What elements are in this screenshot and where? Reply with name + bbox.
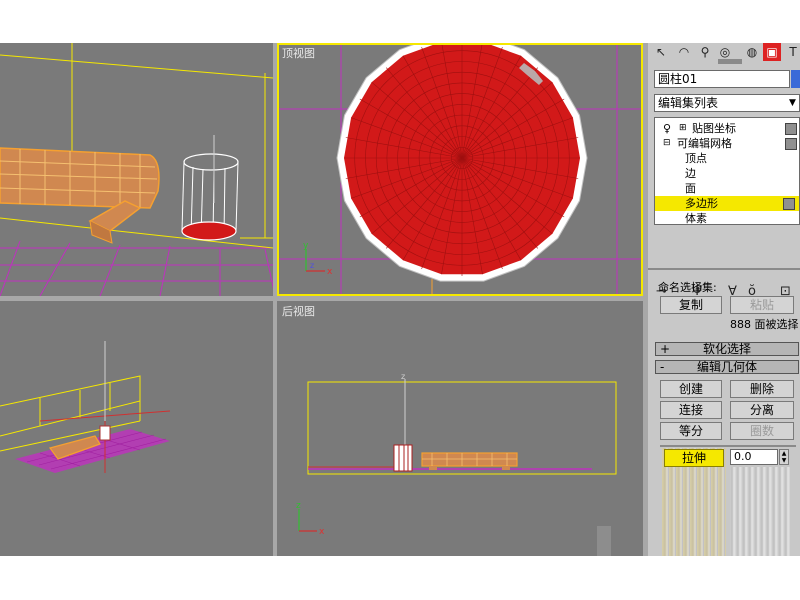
stack-sub-polygon[interactable]: 多边形	[655, 196, 799, 211]
stack-label-uvw: 贴图坐标	[692, 122, 736, 135]
rollout-plus-icon: +	[660, 342, 671, 356]
left-scene	[0, 341, 171, 473]
stack-label-edge: 边	[685, 167, 696, 180]
perspective-grid	[0, 240, 273, 296]
render-artifact-strip-right	[730, 467, 790, 556]
back-cylinder	[393, 444, 413, 472]
perspective-scene	[0, 43, 273, 296]
stack-toggle-mesh[interactable]	[785, 138, 797, 150]
command-panel: ↖ ◠ ⚲ ◎ ◍ ▣ T 圆柱01 编辑集列表 ▼ ♀ ⊞ 贴图坐标 ⊟ 可编…	[648, 43, 800, 556]
top-axis-y: y	[303, 241, 309, 251]
delete-button[interactable]: 删除	[730, 380, 794, 398]
max-workspace: y x z 顶视图 z z x 后视图 ↖ ◠ ⚲ ◎ ◍ ▣ T 圆柱01 编…	[0, 43, 800, 556]
cylinder-wireframe	[181, 135, 239, 241]
left-floor-grid	[15, 429, 170, 473]
copy-button[interactable]: 复制	[660, 296, 722, 314]
perspective-viewport[interactable]	[0, 43, 273, 296]
paste-button[interactable]: 粘贴	[730, 296, 794, 314]
back-axis-tripod: z x	[296, 501, 325, 537]
cursor-icon[interactable]: ↖	[652, 43, 670, 61]
attach-button[interactable]: 连接	[660, 401, 722, 419]
left-cylinder	[99, 425, 111, 441]
create-button[interactable]: 创建	[660, 380, 722, 398]
edit-geometry-title: 编辑几何体	[696, 360, 757, 374]
hammer-icon[interactable]: T	[784, 43, 800, 61]
back-axis-label-z: z	[401, 372, 405, 381]
stack-sub-vertex[interactable]: 顶点	[661, 151, 800, 166]
motion-icon[interactable]: ⚲	[696, 43, 714, 61]
expand-plus-icon[interactable]: ⊞	[679, 121, 687, 136]
top-axis-x: x	[327, 267, 333, 277]
cylinder-top-selected	[336, 43, 588, 282]
soft-selection-title: 软化选择	[702, 342, 751, 356]
top-axis-z: z	[310, 261, 314, 270]
detach-button[interactable]: 分离	[730, 401, 794, 419]
utilities-icon[interactable]: ▣	[763, 43, 781, 61]
selection-info: 888 面被选择	[730, 318, 799, 331]
stack-sub-face[interactable]: 面	[661, 181, 800, 196]
back-viewport[interactable]: z z x 后视图	[277, 301, 643, 556]
top-viewport-label[interactable]: 顶视图	[282, 45, 315, 61]
named-selection-label: 命名选择集:	[658, 281, 717, 294]
rollout-minus-icon: -	[660, 360, 665, 374]
left-viewport[interactable]	[0, 301, 273, 556]
back-scene: z z x	[296, 372, 617, 556]
stack-toggle-uvw[interactable]	[785, 123, 797, 135]
lightbulb-icon[interactable]: ♀	[663, 121, 671, 136]
hierarchy-icon[interactable]: ◠	[675, 43, 693, 61]
back-viewport-label[interactable]: 后视图	[282, 303, 315, 319]
stack-label-face: 面	[685, 182, 696, 195]
modifier-stack: ♀ ⊞ 贴图坐标 ⊟ 可编辑网格 顶点 边 面 多边形 体素	[654, 117, 800, 225]
extrude-spinner[interactable]: ▲ ▼	[779, 449, 789, 465]
back-axis-x: x	[319, 527, 325, 537]
object-name-field[interactable]: 圆柱01	[654, 70, 790, 88]
object-color-swatch[interactable]	[791, 70, 800, 88]
top-scene: y x z	[277, 43, 643, 296]
sofa-wireframe	[0, 147, 160, 244]
soft-selection-rollout[interactable]: + 软化选择	[655, 342, 799, 356]
stack-item-uvw[interactable]: ♀ ⊞ 贴图坐标	[661, 121, 800, 136]
stack-label-polygon: 多边形	[685, 197, 718, 210]
stack-toggle-polygon[interactable]	[783, 198, 795, 210]
edit-geometry-rollout[interactable]: - 编辑几何体	[655, 360, 799, 374]
stack-label-mesh: 可编辑网格	[677, 137, 732, 150]
panel-divider	[648, 268, 800, 270]
stack-sub-element[interactable]: 体素	[661, 211, 800, 226]
back-sofa	[421, 452, 518, 470]
display-icon[interactable]: ◍	[743, 43, 761, 61]
collapse-minus-icon[interactable]: ⊟	[663, 136, 671, 151]
chevron-down-icon[interactable]: ▼	[789, 95, 799, 111]
rollout-separator	[660, 445, 796, 447]
divide-button[interactable]: 等分	[660, 422, 722, 440]
extrude-button[interactable]: 拉伸	[664, 449, 724, 467]
stack-item-mesh[interactable]: ⊟ 可编辑网格	[661, 136, 800, 151]
modifier-list-dropdown[interactable]: 编辑集列表	[654, 94, 800, 112]
back-axis-z: z	[296, 501, 301, 511]
perspective-yellow-frame	[0, 43, 273, 249]
stack-label-element: 体素	[685, 212, 707, 225]
modifier-list-label: 编辑集列表	[658, 96, 719, 110]
stack-sub-edge[interactable]: 边	[661, 166, 800, 181]
extrude-amount-input[interactable]: 0.0	[730, 449, 778, 465]
turn-button[interactable]: 圈数	[730, 422, 794, 440]
panel-scroll-hint	[718, 59, 742, 64]
top-viewport[interactable]: y x z 顶视图	[277, 43, 643, 296]
stack-label-vertex: 顶点	[685, 152, 707, 165]
